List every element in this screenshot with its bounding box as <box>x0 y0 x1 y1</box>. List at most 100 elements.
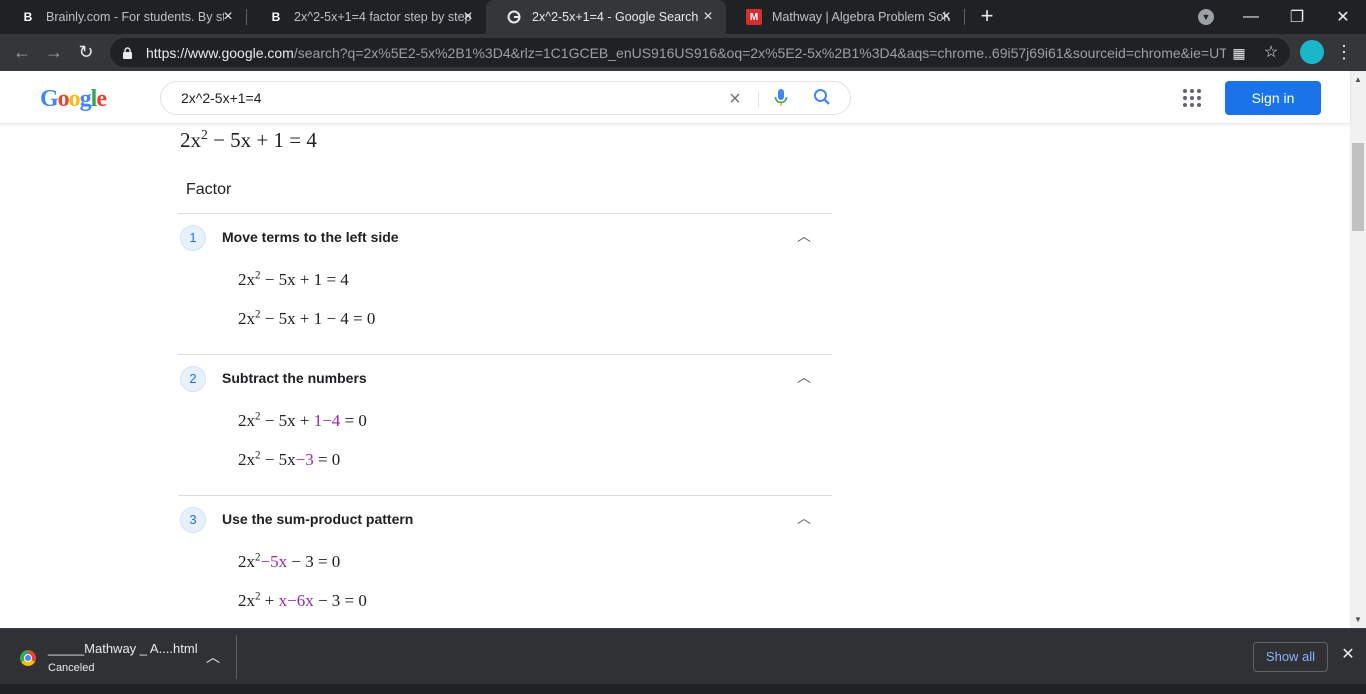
chevron-up-icon[interactable]: ︿ <box>204 647 222 667</box>
step-divider <box>178 354 832 355</box>
tab-brainly-factor[interactable]: B 2x^2-5x+1=4 factor step by step × <box>248 0 486 34</box>
new-tab-button[interactable]: + <box>976 5 998 28</box>
highlighted-term: x−6x <box>278 591 314 610</box>
browser-menu-icon[interactable]: ⋮ <box>1334 40 1354 64</box>
eq-exponent: 2 <box>201 126 208 142</box>
eq-term: − 3 = 0 <box>313 591 367 610</box>
bookmark-star-icon[interactable]: ☆ <box>1262 44 1280 62</box>
logo-o2: o <box>68 86 81 112</box>
close-window-icon[interactable]: ✕ <box>1320 0 1366 34</box>
step-equation: 2x2 − 5x−3 = 0 <box>238 450 340 470</box>
eq-term: 2x <box>238 450 255 469</box>
google-logo[interactable]: Google <box>40 86 107 113</box>
minimize-icon[interactable]: — <box>1228 0 1274 34</box>
close-download-bar-icon[interactable]: ✕ <box>1338 645 1358 665</box>
download-file-name[interactable]: _____Mathway _ A....html <box>48 641 198 656</box>
eq-term: 2x <box>238 270 255 289</box>
tab-separator <box>246 9 247 25</box>
back-arrow-icon[interactable]: ← <box>10 40 34 64</box>
search-icon[interactable] <box>811 88 833 110</box>
step-number-badge: 1 <box>180 225 206 251</box>
tab-brainly[interactable]: B Brainly.com - For students. By stu × <box>0 0 246 34</box>
web-page: Google × Sign in 2x2 − 5x + 1 = 4 Factor… <box>0 71 1366 628</box>
close-tab-icon[interactable]: × <box>938 9 954 25</box>
highlighted-term: −5x <box>260 552 288 571</box>
eq-term: 2x <box>238 591 255 610</box>
search-input[interactable] <box>181 90 701 106</box>
eq-term: + <box>260 591 279 610</box>
scroll-up-icon[interactable]: ▲ <box>1354 75 1362 84</box>
step-equation: 2x2 − 5x + 1 − 4 = 0 <box>238 309 375 329</box>
step-title[interactable]: Move terms to the left side <box>222 229 399 245</box>
tab-title: Mathway | Algebra Problem Solv <box>772 10 950 24</box>
logo-e: e <box>96 86 107 112</box>
scrollbar-thumb[interactable] <box>1352 143 1364 231</box>
download-status: Canceled <box>48 662 95 674</box>
highlighted-term: 1−4 <box>313 411 341 430</box>
search-box: × <box>160 81 851 115</box>
tab-search-icon[interactable]: ▼ <box>1198 9 1214 25</box>
solution-panel: 2x2 − 5x + 1 = 4 Factor 1 Move terms to … <box>0 124 1350 628</box>
window-bottom-edge <box>0 684 1366 694</box>
eq-term: − 5x + 1 = 4 <box>260 270 349 289</box>
close-tab-icon[interactable]: × <box>460 9 476 25</box>
lock-icon <box>122 46 134 59</box>
url-host: https://www.google.com <box>146 44 294 61</box>
eq-term: − 3 = 0 <box>287 552 341 571</box>
eq-term: − 5x <box>260 450 296 469</box>
eq-term: − 5x + 1 = 4 <box>207 128 317 152</box>
brainly-favicon-icon: B <box>271 10 281 24</box>
chevron-up-icon[interactable]: ︿ <box>795 227 813 245</box>
browser-toolbar: ← → ↻ https://www.google.com/search?q=2x… <box>0 34 1366 71</box>
method-label: Factor <box>186 181 232 198</box>
scroll-down-icon[interactable]: ▼ <box>1354 615 1362 624</box>
qr-code-icon[interactable]: ▦ <box>1230 44 1248 62</box>
show-all-button[interactable]: Show all <box>1253 642 1328 672</box>
close-tab-icon[interactable]: × <box>220 9 236 25</box>
url-path: /search?q=2x%5E2-5x%2B1%3D4&rlz=1C1GCEB_… <box>293 44 1226 61</box>
step-divider <box>178 495 832 496</box>
chevron-up-icon[interactable]: ︿ <box>795 368 813 386</box>
clear-search-icon[interactable]: × <box>724 88 746 110</box>
close-tab-icon[interactable]: × <box>700 9 716 25</box>
search-divider <box>758 91 759 107</box>
step-title[interactable]: Use the sum-product pattern <box>222 511 413 527</box>
profile-avatar[interactable] <box>1300 40 1324 64</box>
tab-title: 2x^2-5x+1=4 - Google Search <box>532 10 699 24</box>
google-header: Google × Sign in <box>0 71 1350 124</box>
tab-mathway[interactable]: M Mathway | Algebra Problem Solv × <box>726 0 964 34</box>
step-title[interactable]: Subtract the numbers <box>222 370 367 386</box>
tab-title: Brainly.com - For students. By stu <box>46 10 224 24</box>
step-equation: 2x2 + x−6x − 3 = 0 <box>238 591 367 611</box>
address-bar[interactable]: https://www.google.com/search?q=2x%5E2-5… <box>110 38 1290 67</box>
tab-title: 2x^2-5x+1=4 factor step by step <box>294 10 472 24</box>
step-number-badge: 2 <box>180 366 206 392</box>
voice-search-icon[interactable] <box>770 88 792 110</box>
google-favicon-icon <box>506 9 522 25</box>
eq-term: − 5x + <box>260 411 314 430</box>
eq-term: = 0 <box>340 411 367 430</box>
step-equation: 2x2 − 5x + 1−4 = 0 <box>238 411 367 431</box>
tab-separator <box>964 9 965 25</box>
restore-icon[interactable]: ❐ <box>1274 0 1320 34</box>
google-apps-icon[interactable] <box>1183 89 1201 107</box>
tab-google-search[interactable]: 2x^2-5x+1=4 - Google Search × <box>486 0 726 34</box>
sign-in-button[interactable]: Sign in <box>1225 81 1321 115</box>
mathway-favicon-icon: M <box>746 9 762 25</box>
forward-arrow-icon[interactable]: → <box>42 40 66 64</box>
url-text: https://www.google.com/search?q=2x%5E2-5… <box>146 45 1226 61</box>
main-equation: 2x2 − 5x + 1 = 4 <box>180 126 317 153</box>
step-equation: 2x2−5x − 3 = 0 <box>238 552 340 572</box>
reload-icon[interactable]: ↻ <box>74 40 98 64</box>
logo-g: G <box>40 86 59 112</box>
brainly-favicon-icon: B <box>23 10 33 24</box>
logo-g2: g <box>79 86 92 112</box>
chevron-up-icon[interactable]: ︿ <box>795 509 813 527</box>
eq-term: 2x <box>180 128 201 152</box>
page-scrollbar[interactable]: ▲ ▼ <box>1350 71 1366 628</box>
logo-o1: o <box>57 86 70 112</box>
eq-term: = 0 <box>313 450 341 469</box>
eq-term: − 5x + 1 − 4 = 0 <box>260 309 376 328</box>
step-number-badge: 3 <box>180 507 206 533</box>
step-equation: 2x2 − 5x + 1 = 4 <box>238 270 349 290</box>
